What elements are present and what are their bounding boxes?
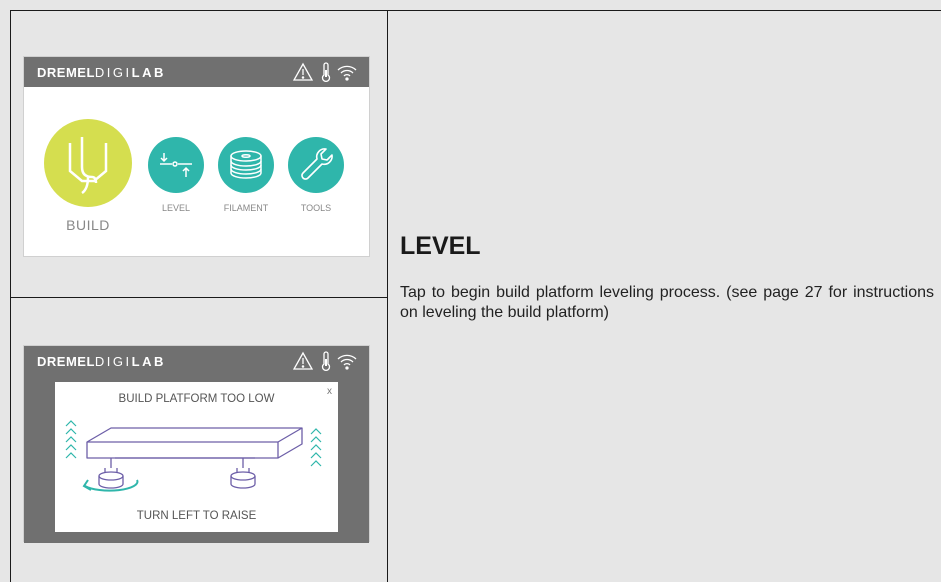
brand-logo: DREMELDIGILAB <box>37 354 166 369</box>
status-icons <box>293 351 357 371</box>
warning-icon <box>293 351 314 370</box>
leveling-screen: DREMELDIGILAB BUILD PLATFORM TOO LOW x T… <box>23 345 370 543</box>
top-bar: DREMELDIGILAB <box>24 57 369 87</box>
tools-button[interactable] <box>288 137 344 193</box>
home-screen: DREMELDIGILAB BUILD LEVEL FILAMENT TOOLS <box>23 56 370 257</box>
build-button[interactable] <box>44 119 132 207</box>
platform-illustration <box>65 420 322 492</box>
level-button[interactable] <box>148 137 204 193</box>
brand-logo: DREMELDIGILAB <box>37 65 166 80</box>
status-icons <box>293 62 357 82</box>
top-bar: DREMELDIGILAB <box>24 346 369 376</box>
section-description: Tap to begin build platform leveling pro… <box>400 284 934 321</box>
filament-button[interactable] <box>218 137 274 193</box>
raise-arrows-left-icon <box>65 420 77 459</box>
build-label: BUILD <box>66 217 110 233</box>
leveling-dialog: BUILD PLATFORM TOO LOW x TURN LEFT TO RA… <box>55 382 338 532</box>
wifi-icon <box>337 65 357 81</box>
warning-icon <box>293 62 314 81</box>
build-platform-drawing <box>86 427 303 489</box>
thermometer-icon <box>321 62 331 82</box>
wrench-icon <box>301 148 333 180</box>
dialog-title: BUILD PLATFORM TOO LOW <box>118 393 275 405</box>
level-icon <box>160 153 192 177</box>
filament-label: FILAMENT <box>223 203 269 213</box>
close-button[interactable]: x <box>327 386 332 397</box>
dialog-instruction: TURN LEFT TO RAISE <box>136 510 257 522</box>
wifi-icon <box>337 354 357 370</box>
row-divider <box>10 297 388 298</box>
level-label: LEVEL <box>161 203 191 213</box>
thermometer-icon <box>321 351 331 371</box>
column-divider <box>387 10 388 582</box>
extruder-icon <box>68 137 108 195</box>
filament-spool-icon <box>230 150 262 179</box>
section-heading: LEVEL <box>400 232 481 260</box>
tools-label: TOOLS <box>300 203 332 213</box>
rotate-left-arrow-icon <box>82 479 139 492</box>
raise-arrows-right-icon <box>310 428 322 467</box>
